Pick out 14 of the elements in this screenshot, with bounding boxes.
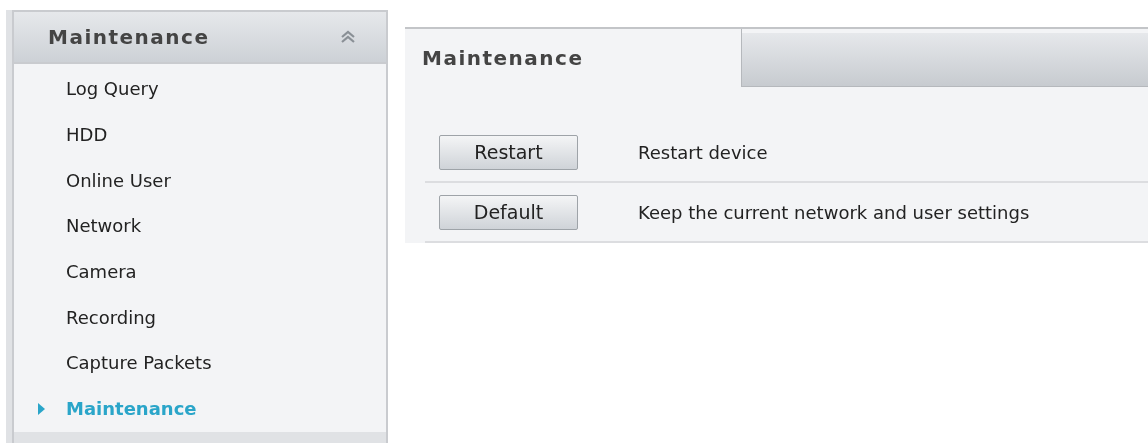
action-button[interactable]: Restart bbox=[439, 134, 578, 170]
collapse-icon[interactable] bbox=[340, 30, 356, 44]
action-description: Keep the current network and user settings bbox=[638, 200, 1030, 225]
sidebar-item[interactable]: Network bbox=[14, 203, 386, 249]
action-button[interactable]: Default bbox=[439, 194, 578, 230]
sidebar-item[interactable]: Recording bbox=[14, 294, 386, 341]
sidebar-item[interactable]: Capture Packets bbox=[14, 340, 386, 386]
sidebar-item[interactable]: Log Query bbox=[14, 66, 386, 112]
sidebar-item[interactable]: Camera bbox=[14, 248, 386, 295]
sidebar-title: Maintenance bbox=[48, 24, 210, 51]
pointer-icon bbox=[38, 402, 45, 415]
action-description: Restart device bbox=[638, 140, 768, 165]
sidebar-item[interactable]: Online User bbox=[14, 157, 386, 204]
sidebar-item[interactable]: HDD bbox=[14, 111, 386, 158]
